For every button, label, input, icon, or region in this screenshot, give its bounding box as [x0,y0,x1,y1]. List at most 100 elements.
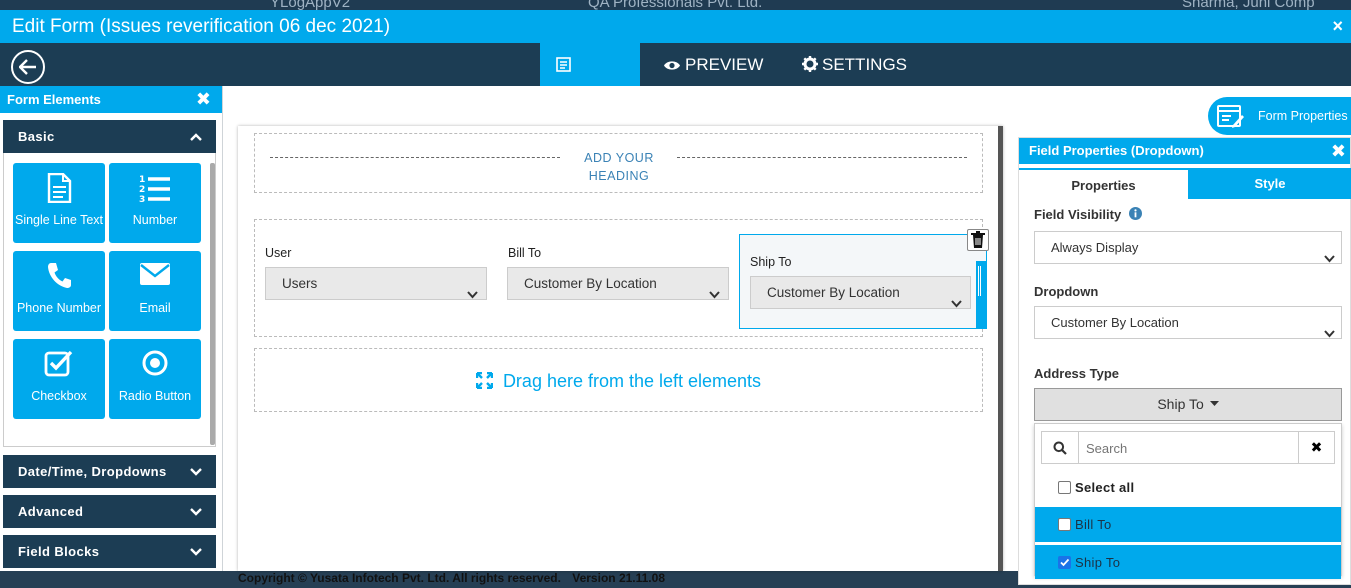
document-icon [13,173,105,205]
form-elements-title: Form Elements [7,92,101,107]
edit-form-modal: Edit Form (Issues reverification 06 dec … [0,10,1351,585]
background-user-name: Sharma, Juhi Comp [1182,0,1315,10]
user-select[interactable]: Users [265,267,487,300]
elements-scrollbar[interactable] [210,163,215,445]
tab-settings[interactable]: SETTINGS [786,43,923,86]
tab-build-label: BUILD [556,98,607,117]
checkbox-bill-to[interactable] [1058,518,1071,531]
field-properties-title: Field Properties (Dropdown) [1029,143,1204,158]
ship-to-select[interactable]: Customer By Location [750,276,971,309]
element-label: Checkbox [31,389,87,403]
phone-icon [13,261,105,293]
field-visibility-text: Field Visibility [1034,207,1122,222]
resize-handle[interactable] [976,261,986,329]
modal-title-bar: Edit Form (Issues reverification 06 dec … [0,10,1351,43]
tab-build[interactable]: BUILD [540,43,640,117]
svg-text:1: 1 [139,175,145,185]
dropdown-source-value: Customer By Location [1051,315,1179,330]
divider [270,157,560,158]
ship-to-select-value: Customer By Location [767,285,900,300]
option-ship-to[interactable]: Ship To [1035,544,1341,579]
drop-zone[interactable]: Drag here from the left elements [254,348,983,412]
element-email[interactable]: Email [109,251,201,331]
close-panel-icon[interactable]: ✖ [1331,138,1346,164]
envelope-icon [109,261,201,293]
element-number[interactable]: 123 Number [109,163,201,243]
arrow-left-icon [19,59,36,75]
section-basic[interactable]: Basic [3,120,216,153]
tab-preview[interactable]: PREVIEW [647,43,779,86]
selected-field-ship-to[interactable]: Ship To Customer By Location [739,229,989,329]
svg-text:2: 2 [139,185,145,195]
bill-to-select-value: Customer By Location [524,276,657,291]
option-label: Select all [1075,480,1135,495]
chevron-up-icon [190,120,202,153]
checkbox-icon [13,349,105,381]
element-phone-number[interactable]: Phone Number [13,251,105,331]
eye-icon [664,61,680,70]
expand-arrows-icon [475,371,494,390]
numbered-list-icon: 123 [109,173,201,205]
form-settings-icon [1215,101,1245,131]
chevron-down-icon [467,279,478,310]
footer-text: Copyright © Yusata Infotech Pvt. Ltd. Al… [238,571,665,585]
section-field-blocks-label: Field Blocks [18,544,100,559]
chevron-down-icon [190,455,202,488]
section-advanced[interactable]: Advanced [3,495,216,528]
heading-placeholder[interactable]: ADD YOUR HEADING [573,149,665,185]
back-button[interactable] [11,50,45,84]
form-elements-header: Form Elements ✖ [0,86,222,113]
form-canvas: ADD YOUR HEADING User Users Bill To Cust… [238,126,1003,571]
section-datetime-dropdowns[interactable]: Date/Time, Dropdowns [3,455,216,488]
field-row: User Users Bill To Customer By Location … [254,219,989,337]
form-properties-button[interactable]: Form Properties [1208,97,1351,135]
address-type-value: Ship To [1157,396,1204,412]
info-icon[interactable] [1128,207,1142,220]
delete-field-button[interactable] [967,229,989,251]
checkbox-select-all[interactable] [1058,481,1071,494]
chevron-down-icon [190,535,202,568]
address-type-label: Address Type [1034,366,1120,381]
field-visibility-select[interactable]: Always Display [1034,231,1342,264]
section-basic-label: Basic [18,129,55,144]
search-input[interactable] [1086,438,1286,458]
tab-properties[interactable]: Properties [1019,168,1188,199]
field-visibility-value: Always Display [1051,240,1139,255]
field-label-user: User [265,246,292,260]
footer-copyright: Copyright © Yusata Infotech Pvt. Ltd. Al… [238,571,561,585]
option-select-all[interactable]: Select all [1035,470,1341,505]
radio-button-icon [109,349,201,381]
address-type-multiselect[interactable]: Ship To [1034,388,1342,421]
chevron-down-icon [190,495,202,528]
element-label: Number [132,213,178,227]
option-bill-to[interactable]: Bill To [1035,507,1341,542]
element-checkbox[interactable]: Checkbox [13,339,105,419]
close-panel-icon[interactable]: ✖ [196,86,211,113]
element-label: Phone Number [16,301,102,315]
form-elements-panel: Form Elements ✖ Basic Single Line Text 1… [0,86,223,571]
field-properties-panel: Field Properties (Dropdown) ✖ Properties… [1018,137,1351,585]
tab-preview-label: PREVIEW [685,55,764,74]
field-visibility-label: Field Visibility [1034,207,1142,222]
element-radio-button[interactable]: Radio Button [109,339,201,419]
modal-close-button[interactable]: × [1332,10,1343,43]
heading-placeholder-box[interactable]: ADD YOUR HEADING [254,133,983,193]
tab-style[interactable]: Style [1188,168,1351,199]
chevron-down-icon [951,288,962,319]
divider [677,157,967,158]
tab-settings-label: SETTINGS [822,55,908,74]
field-label-bill-to: Bill To [508,246,542,260]
bill-to-select[interactable]: Customer By Location [507,267,729,300]
modal-title: Edit Form (Issues reverification 06 dec … [12,16,391,37]
dropdown-label: Dropdown [1034,284,1099,299]
chevron-down-icon [1324,243,1335,274]
gear-icon [802,56,818,72]
element-single-line-text[interactable]: Single Line Text [13,163,105,243]
checkbox-ship-to[interactable] [1058,556,1071,569]
clear-search-button[interactable]: ✖ [1298,432,1334,463]
section-field-blocks[interactable]: Field Blocks [3,535,216,568]
multiselect-search: ✖ [1041,431,1335,464]
dropdown-source-select[interactable]: Customer By Location [1034,306,1342,339]
tab-style-label: Style [1254,176,1286,191]
address-type-dropdown-menu: ✖ Select all Bill To Ship To [1034,423,1342,579]
